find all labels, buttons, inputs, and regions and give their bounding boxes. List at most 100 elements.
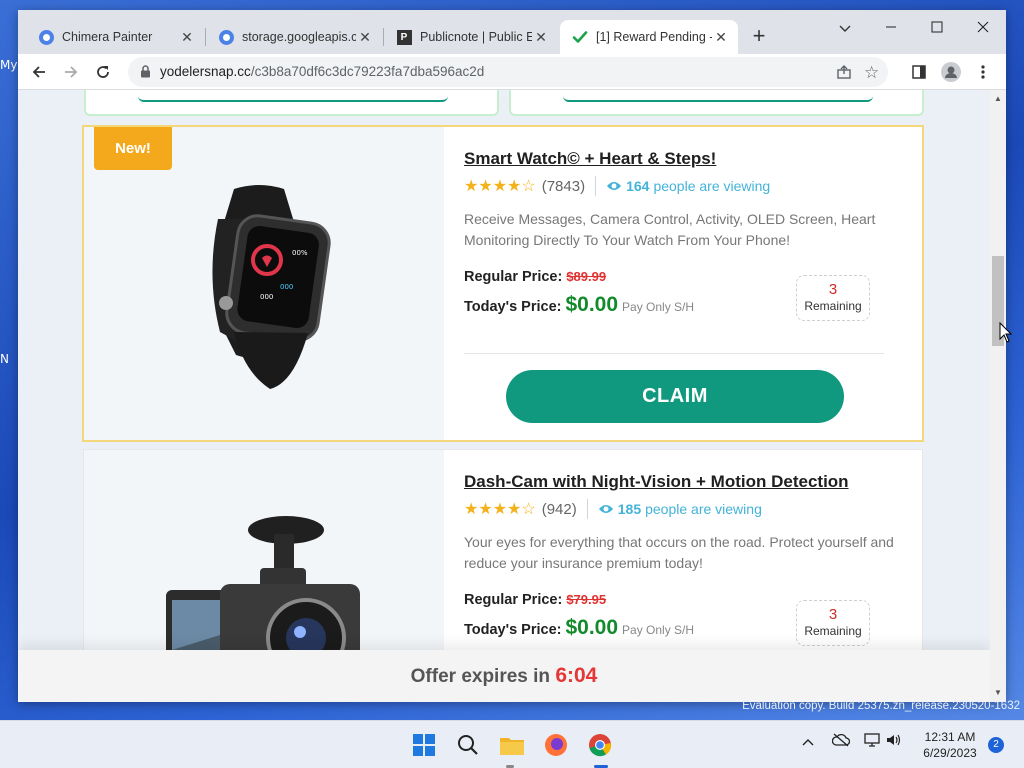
lock-icon[interactable] — [140, 65, 151, 83]
offer-expiry-bar: Offer expires in 6:04 — [18, 650, 990, 702]
product-description: Your eyes for everything that occurs on … — [464, 534, 894, 571]
publicnote-icon: P — [396, 29, 412, 45]
todays-price-row: Today's Price: $0.00 Pay Only S/H — [464, 616, 695, 639]
network-icon[interactable] — [864, 733, 880, 750]
tab-reward-pending[interactable]: [1] Reward Pending - ✕ — [560, 20, 738, 54]
minimize-icon — [886, 26, 896, 28]
back-button[interactable] — [26, 59, 52, 85]
close-tab-icon[interactable]: ✕ — [712, 29, 730, 46]
tab-publicnote[interactable]: P Publicnote | Public E ✕ — [384, 20, 558, 54]
tab-search-button[interactable] — [822, 14, 868, 44]
show-hidden-icons-button[interactable] — [802, 733, 814, 749]
file-explorer-button[interactable] — [496, 729, 528, 761]
scroll-up-icon[interactable]: ▲ — [993, 94, 1003, 103]
tab-storage-googleapis[interactable]: storage.googleapis.c ✕ — [206, 20, 382, 54]
tab-title: [1] Reward Pending - — [596, 30, 712, 44]
regular-price-row: Regular Price: $79.95 — [464, 592, 607, 608]
bookmark-star-icon[interactable]: ☆ — [864, 63, 879, 83]
address-bar[interactable]: yodelersnap.cc/c3b8a70df6c3dc79223fa7dba… — [128, 57, 888, 87]
windows-start-icon — [413, 734, 435, 756]
maximize-button[interactable] — [914, 14, 960, 44]
tab-title: Publicnote | Public E — [420, 30, 532, 44]
clock-date: 6/29/2023 — [923, 746, 977, 760]
desktop-icon-label[interactable]: N — [0, 352, 9, 366]
chevron-up-icon — [802, 739, 814, 746]
regular-price-row: Regular Price: $89.99 — [464, 269, 607, 285]
reload-button[interactable] — [90, 59, 116, 85]
svg-text:000: 000 — [280, 283, 293, 291]
remaining-stock-badge: 3 Remaining — [796, 275, 870, 321]
close-tab-icon[interactable]: ✕ — [356, 29, 374, 46]
chevron-down-icon — [839, 25, 851, 32]
notification-badge[interactable]: 2 — [988, 737, 1004, 753]
folder-icon — [500, 738, 524, 755]
new-tab-button[interactable]: + — [746, 24, 772, 50]
product-title[interactable]: Smart Watch© + Heart & Steps! — [464, 149, 716, 169]
review-count: (942) — [541, 500, 577, 518]
desktop-icon-label[interactable]: My — [0, 58, 17, 72]
side-panel-button[interactable] — [906, 59, 932, 85]
browser-window: Chimera Painter ✕ storage.googleapis.c ✕… — [18, 10, 1006, 702]
taskbar-clock[interactable]: 12:31 AM 6/29/2023 — [915, 729, 985, 761]
browser-toolbar: yodelersnap.cc/c3b8a70df6c3dc79223fa7dba… — [18, 54, 1006, 90]
tab-bar: Chimera Painter ✕ storage.googleapis.c ✕… — [18, 10, 1006, 54]
remaining-stock-badge: 3 Remaining — [796, 600, 870, 646]
star-rating-icon: ★★★★☆ — [464, 501, 536, 518]
product-description: Receive Messages, Camera Control, Activi… — [464, 211, 876, 248]
todays-price: $0.00 — [565, 293, 619, 316]
menu-button[interactable] — [970, 59, 996, 85]
tab-title: Chimera Painter — [62, 30, 153, 44]
search-button[interactable] — [452, 729, 484, 761]
rating-row: ★★★★☆ (942) 185 people are viewing — [464, 498, 762, 520]
share-icon[interactable] — [836, 64, 852, 85]
url-text: yodelersnap.cc/c3b8a70df6c3dc79223fa7dba… — [160, 64, 485, 79]
side-panel-icon — [912, 65, 926, 79]
sh-note: Pay Only S/H — [622, 623, 695, 637]
close-window-button[interactable] — [960, 14, 1006, 44]
close-tab-icon[interactable]: ✕ — [532, 29, 550, 46]
claim-button[interactable]: CLAIM — [506, 370, 844, 423]
viewers-count: 164 people are viewing — [606, 178, 770, 194]
page-scrollbar[interactable]: ▲ ▼ — [990, 90, 1006, 702]
tab-title: storage.googleapis.c — [242, 30, 356, 44]
product-image-pane: 00% 000 000 New! — [84, 127, 444, 440]
arrow-left-icon — [32, 66, 45, 78]
maximize-icon — [931, 21, 943, 33]
search-icon — [458, 735, 478, 755]
previous-card — [509, 90, 924, 116]
onedrive-icon[interactable] — [831, 733, 851, 750]
close-tab-icon[interactable]: ✕ — [178, 29, 196, 46]
previous-card — [84, 90, 499, 116]
start-button[interactable] — [408, 729, 440, 761]
new-badge: New! — [94, 127, 172, 170]
regular-price: $79.95 — [566, 592, 607, 607]
todays-price: $0.00 — [565, 616, 619, 639]
scroll-down-icon[interactable]: ▼ — [993, 688, 1003, 697]
google-cloud-icon — [38, 29, 54, 45]
forward-button[interactable] — [58, 59, 84, 85]
profile-button[interactable] — [938, 59, 964, 85]
minimize-button[interactable] — [868, 14, 914, 44]
page-content: 00% 000 000 New! Smart Watch© + Heart & … — [18, 90, 990, 702]
chrome-button[interactable] — [584, 729, 616, 761]
taskbar: 12:31 AM 6/29/2023 2 — [0, 720, 1024, 768]
avatar-icon — [941, 62, 961, 82]
rating-row: ★★★★☆ (7843) 164 people are viewing — [464, 175, 770, 197]
viewers-count: 185 people are viewing — [598, 501, 762, 517]
volume-icon[interactable] — [886, 733, 902, 750]
firefox-button[interactable] — [540, 729, 572, 761]
arrow-right-icon — [65, 66, 78, 78]
product-title[interactable]: Dash-Cam with Night-Vision + Motion Dete… — [464, 472, 849, 492]
offer-text: Offer expires in — [410, 666, 551, 687]
reload-icon — [97, 66, 109, 78]
product-card: 00% 000 000 New! Smart Watch© + Heart & … — [84, 127, 922, 440]
firefox-icon — [545, 734, 567, 756]
clock-time: 12:31 AM — [924, 730, 976, 744]
checkmark-icon — [572, 29, 588, 45]
regular-price: $89.99 — [566, 269, 607, 284]
close-icon — [977, 21, 989, 33]
tab-chimera-painter[interactable]: Chimera Painter ✕ — [26, 20, 204, 54]
google-cloud-icon — [218, 29, 234, 45]
sh-note: Pay Only S/H — [622, 300, 695, 314]
chrome-icon — [589, 734, 612, 757]
